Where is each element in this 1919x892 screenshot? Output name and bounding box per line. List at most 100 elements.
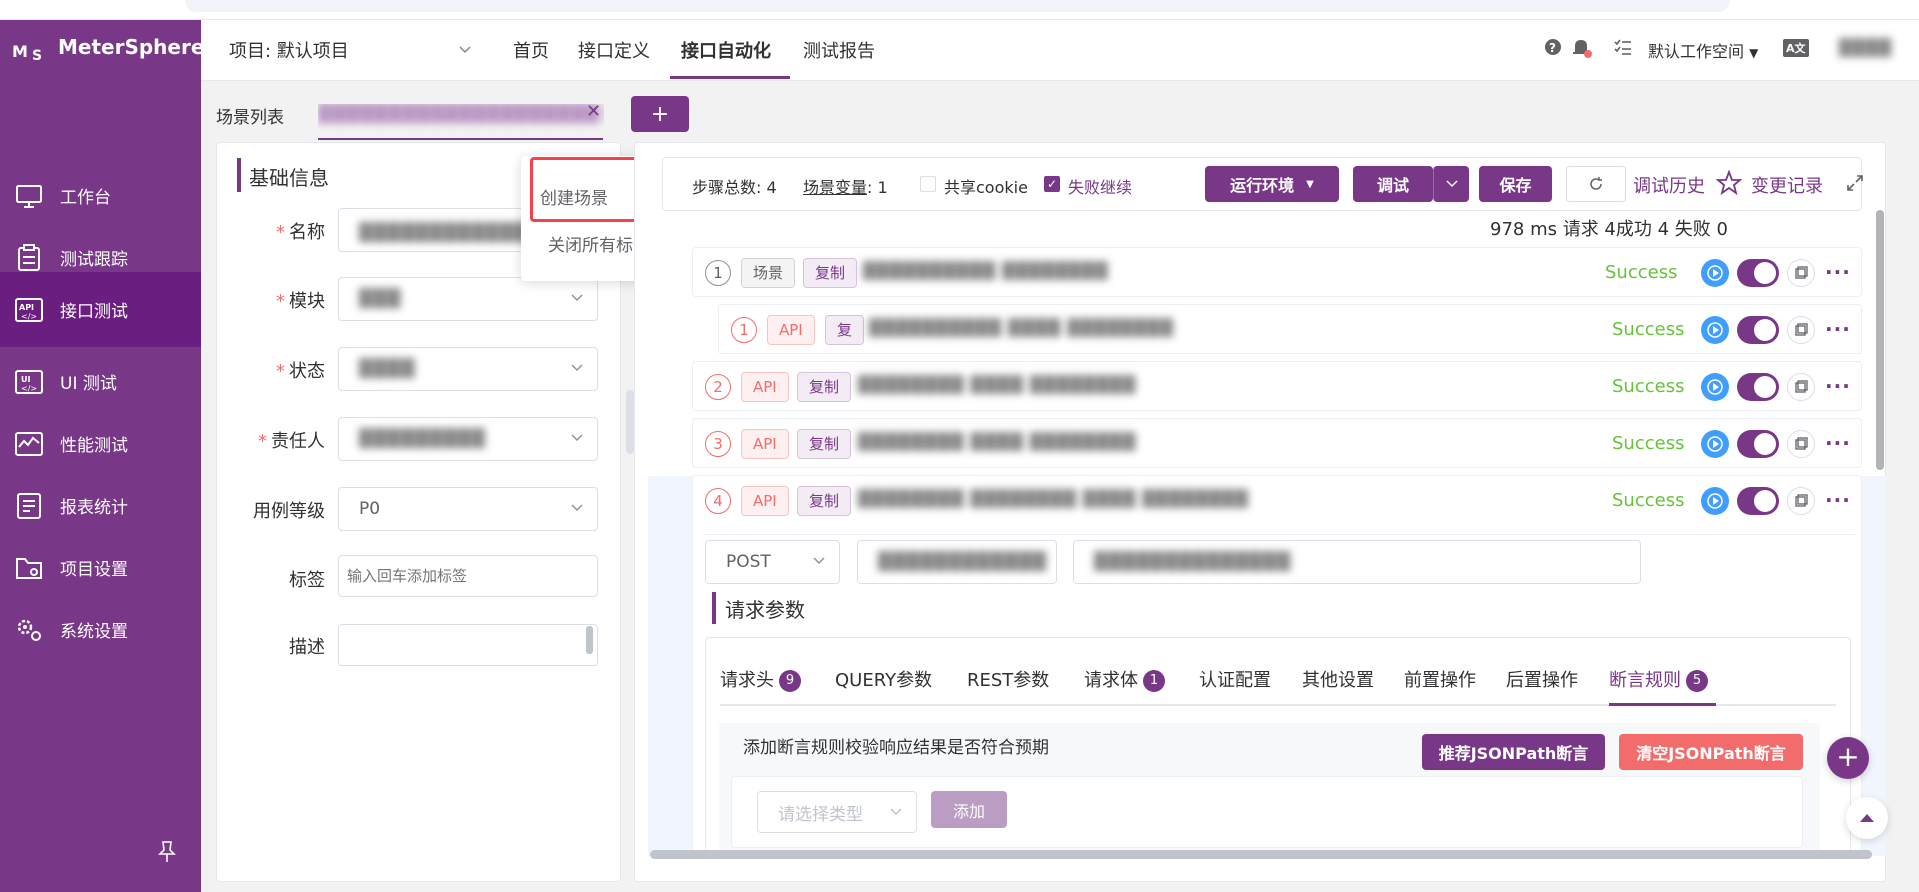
nav-tab-api-definition[interactable]: 接口定义 [578, 37, 650, 63]
splitter-handle[interactable] [626, 390, 634, 454]
horizontal-scrollbar[interactable] [650, 850, 1872, 859]
play-icon[interactable] [1701, 430, 1729, 458]
bell-icon[interactable] [1571, 36, 1593, 58]
copy-tag[interactable]: 复 [825, 315, 865, 345]
sidebar-item-system-settings[interactable]: 系统设置 [0, 592, 201, 667]
duplicate-icon[interactable] [1787, 316, 1815, 344]
step-type-tag: 场景 [741, 258, 796, 288]
scroll-top-button[interactable] [1846, 797, 1888, 839]
section-bar [237, 158, 241, 192]
run-env-button[interactable]: 运行环境 ▼ [1205, 166, 1339, 202]
star-icon[interactable] [1716, 170, 1742, 196]
copy-tag[interactable]: 复制 [803, 258, 858, 288]
recommend-jsonpath-button[interactable]: 推荐JSONPath断言 [1422, 734, 1605, 770]
help-icon[interactable]: ? [1544, 38, 1562, 56]
enable-toggle[interactable] [1737, 259, 1779, 287]
open-scene-tab[interactable]: ████████████████████3 [318, 104, 604, 140]
copy-tag[interactable]: 复制 [797, 486, 852, 516]
pin-icon[interactable] [158, 840, 176, 864]
nav-tab-api-automation[interactable]: 接口自动化 [681, 37, 771, 63]
tab-assertions[interactable]: 断言规则 5 [1609, 666, 1708, 692]
add-tab-button[interactable]: + [631, 96, 689, 132]
add-assertion-button[interactable]: 添加 [931, 791, 1007, 828]
vertical-scrollbar[interactable] [1876, 210, 1884, 470]
app-logo[interactable]: MS MeterSphere [12, 32, 204, 62]
duplicate-icon[interactable] [1787, 487, 1815, 515]
chevron-down-icon[interactable] [458, 45, 472, 55]
tab-rest-params[interactable]: REST参数 [967, 666, 1049, 692]
play-icon[interactable] [1701, 316, 1729, 344]
debug-history-link[interactable]: 调试历史 [1633, 172, 1705, 198]
duplicate-icon[interactable] [1787, 430, 1815, 458]
step-row[interactable]: 1 场景 复制 ██████████ ████████ Success ··· [692, 247, 1862, 297]
step-row[interactable]: 2 API 复制 ████████ ████ ████████ Success … [692, 361, 1862, 411]
more-icon[interactable]: ··· [1825, 431, 1851, 455]
project-selector[interactable]: 项目: 默认项目 [229, 37, 349, 63]
scene-list-tab[interactable]: 场景列表 [216, 103, 284, 128]
enable-toggle[interactable] [1737, 487, 1779, 515]
open-tab-label: ████████████████████3 [318, 104, 604, 124]
expand-icon[interactable] [1846, 174, 1864, 192]
step-name: ██████████ ████ ████████ [869, 318, 1174, 337]
owner-select[interactable]: █████████ [338, 417, 598, 461]
tab-pre-processors[interactable]: 前置操作 [1404, 666, 1476, 692]
duplicate-icon[interactable] [1787, 373, 1815, 401]
language-icon[interactable]: A文 [1783, 39, 1809, 57]
host-input[interactable]: ████████████ [857, 540, 1057, 584]
close-tab-icon[interactable]: ✕ [586, 101, 601, 122]
tab-other-settings[interactable]: 其他设置 [1302, 666, 1374, 692]
step-row[interactable]: 3 API 复制 ████████ ████ ████████ Success … [692, 418, 1862, 468]
scene-variables[interactable]: 场景变量: 1 [803, 174, 888, 198]
play-icon[interactable] [1701, 373, 1729, 401]
section-title: 基础信息 [249, 166, 329, 190]
checklist-icon[interactable] [1614, 38, 1632, 56]
change-log-link[interactable]: 变更记录 [1751, 172, 1823, 198]
module-select[interactable]: ███ [338, 277, 598, 321]
play-icon[interactable] [1701, 259, 1729, 287]
nav-tab-home[interactable]: 首页 [513, 37, 549, 63]
status-label: * 状态 [276, 361, 325, 382]
divider [705, 534, 1855, 535]
method-select[interactable]: POST [705, 540, 840, 584]
highlight-box [530, 157, 651, 222]
workspace-selector[interactable]: 默认工作空间 ▼ [1648, 38, 1758, 62]
refresh-button[interactable] [1566, 166, 1626, 202]
tab-request-body[interactable]: 请求体 1 [1084, 666, 1165, 692]
tab-auth-config[interactable]: 认证配置 [1199, 666, 1271, 692]
desc-textarea[interactable] [338, 624, 598, 666]
enable-toggle[interactable] [1737, 430, 1779, 458]
path-input[interactable]: ██████████████ [1073, 540, 1641, 584]
tab-post-processors[interactable]: 后置操作 [1506, 666, 1578, 692]
debug-button[interactable]: 调试 [1353, 166, 1433, 202]
enable-toggle[interactable] [1737, 373, 1779, 401]
enable-toggle[interactable] [1737, 316, 1779, 344]
tags-input[interactable] [338, 555, 598, 597]
step-row[interactable]: 1 API 复 ██████████ ████ ████████ Success… [718, 304, 1862, 354]
textarea-scrollbar[interactable] [586, 626, 593, 654]
nav-tab-test-report[interactable]: 测试报告 [803, 37, 875, 63]
workspace-label: 默认工作空间 [1648, 42, 1745, 61]
more-icon[interactable]: ··· [1825, 260, 1851, 284]
save-button[interactable]: 保存 [1479, 166, 1552, 202]
copy-tag[interactable]: 复制 [797, 372, 852, 402]
tab-request-headers[interactable]: 请求头 9 [720, 666, 801, 692]
more-icon[interactable]: ··· [1825, 374, 1851, 398]
floating-add-button[interactable]: + [1827, 737, 1869, 779]
active-tab-underline [1609, 703, 1716, 706]
assertion-type-select[interactable]: 请选择类型 [757, 791, 917, 833]
duplicate-icon[interactable] [1787, 259, 1815, 287]
level-select[interactable]: P0 [338, 487, 598, 531]
play-icon[interactable] [1701, 487, 1729, 515]
copy-tag[interactable]: 复制 [797, 429, 852, 459]
sidebar-item-api-test[interactable]: API </> 接口测试 [0, 272, 201, 347]
tab-query-params[interactable]: QUERY参数 [835, 666, 932, 692]
status-select[interactable]: ████ [338, 347, 598, 391]
step-status: Success [1612, 376, 1685, 397]
debug-dropdown-button[interactable] [1433, 166, 1469, 202]
more-icon[interactable]: ··· [1825, 488, 1851, 512]
more-icon[interactable]: ··· [1825, 317, 1851, 341]
user-menu[interactable]: ████ [1839, 38, 1892, 57]
share-cookie-checkbox[interactable] [920, 176, 936, 192]
clear-jsonpath-button[interactable]: 清空JSONPath断言 [1619, 734, 1803, 770]
fail-continue-checkbox[interactable]: ✓ [1044, 176, 1060, 192]
